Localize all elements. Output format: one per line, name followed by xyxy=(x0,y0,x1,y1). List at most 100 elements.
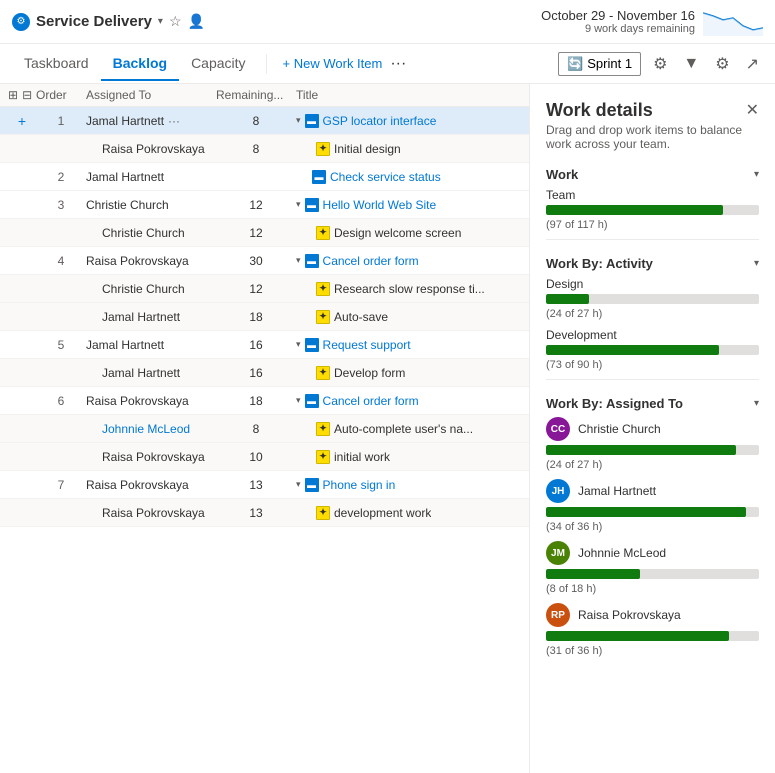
table-row[interactable]: Raisa Pokrovskaya 10 ✦ initial work xyxy=(0,443,529,471)
table-row[interactable]: 6 Raisa Pokrovskaya 18 ▾ ▬ Cancel order … xyxy=(0,387,529,415)
row-assigned: Jamal Hartnett xyxy=(86,338,216,352)
settings-icon[interactable]: ⚙ xyxy=(711,50,733,78)
row-title[interactable]: Hello World Web Site xyxy=(323,198,437,212)
person-row-jm: JM Johnnie McLeod xyxy=(546,541,759,565)
row-title[interactable]: initial work xyxy=(334,450,390,464)
fullscreen-icon[interactable]: ↗ xyxy=(742,50,763,78)
table-row[interactable]: Johnnie McLeod 8 ✦ Auto-complete user's … xyxy=(0,415,529,443)
row-assigned: Jamal Hartnett xyxy=(86,170,216,184)
task-icon: ✦ xyxy=(316,282,330,296)
more-options-icon[interactable]: ··· xyxy=(390,55,406,73)
collapse-icon[interactable]: ▾ xyxy=(296,395,301,406)
row-remaining: 18 xyxy=(216,394,296,408)
close-icon[interactable]: ✕ xyxy=(746,100,759,120)
row-title-cell: ✦ development work xyxy=(296,506,521,520)
collapse-icon[interactable]: ▾ xyxy=(296,199,301,210)
tab-backlog[interactable]: Backlog xyxy=(101,47,179,81)
design-bar-stats: (24 of 27 h) xyxy=(546,308,759,320)
row-title[interactable]: Request support xyxy=(323,338,411,352)
panel-header: Work details Drag and drop work items to… xyxy=(546,100,759,151)
tab-taskboard[interactable]: Taskboard xyxy=(12,47,101,81)
row-order: 2 xyxy=(36,170,86,184)
row-assigned: Raisa Pokrovskaya xyxy=(86,478,216,492)
table-row[interactable]: Christie Church 12 ✦ Design welcome scre… xyxy=(0,219,529,247)
row-title[interactable]: Develop form xyxy=(334,366,405,380)
row-title-cell: ▾ ▬ Phone sign in xyxy=(296,478,521,492)
row-remaining: 8 xyxy=(216,114,296,128)
avatar-cc: CC xyxy=(546,417,570,441)
row-dots[interactable]: ··· xyxy=(168,114,180,128)
nav-right-actions: 🔄 Sprint 1 ⚙ ▼ ⚙ ↗ xyxy=(558,50,763,78)
design-bar-container xyxy=(546,294,759,304)
row-title[interactable]: Auto-complete user's na... xyxy=(334,422,473,436)
collapse-icon[interactable]: ▾ xyxy=(296,479,301,490)
tab-capacity[interactable]: Capacity xyxy=(179,47,257,81)
row-title[interactable]: development work xyxy=(334,506,431,520)
table-row[interactable]: Christie Church 12 ✦ Research slow respo… xyxy=(0,275,529,303)
table-row[interactable]: 3 Christie Church 12 ▾ ▬ Hello World Web… xyxy=(0,191,529,219)
table-row[interactable]: 7 Raisa Pokrovskaya 13 ▾ ▬ Phone sign in xyxy=(0,471,529,499)
star-icon[interactable]: ☆ xyxy=(169,13,182,30)
row-order: 1 xyxy=(36,114,86,128)
row-title[interactable]: GSP locator interface xyxy=(323,114,437,128)
table-row[interactable]: 2 Jamal Hartnett ▬ Check service status xyxy=(0,163,529,191)
person-name-rp: Raisa Pokrovskaya xyxy=(578,608,681,622)
task-icon: ✦ xyxy=(316,310,330,324)
row-title-cell: ✦ Design welcome screen xyxy=(296,226,521,240)
row-remaining: 10 xyxy=(216,450,296,464)
row-title[interactable]: Design welcome screen xyxy=(334,226,461,240)
collapse-icon[interactable]: ▾ xyxy=(296,339,301,350)
work-section-chevron[interactable]: ▾ xyxy=(754,169,759,180)
row-title[interactable]: Phone sign in xyxy=(323,478,396,492)
row-remaining: 18 xyxy=(216,310,296,324)
row-title-cell: ▾ ▬ Cancel order form xyxy=(296,254,521,268)
row-title[interactable]: Check service status xyxy=(330,170,441,184)
new-work-item-button[interactable]: + New Work Item xyxy=(275,52,391,75)
person-row-rp: RP Raisa Pokrovskaya xyxy=(546,603,759,627)
row-title[interactable]: Research slow response ti... xyxy=(334,282,485,296)
collapse-icon[interactable]: ▾ xyxy=(296,255,301,266)
row-title-cell: ✦ Initial design xyxy=(296,142,521,156)
th-assigned: Assigned To xyxy=(86,88,216,102)
story-icon: ▬ xyxy=(305,338,319,352)
person-icon[interactable]: 👤 xyxy=(188,13,205,30)
row-title[interactable]: Cancel order form xyxy=(323,254,419,268)
development-bar-fill xyxy=(546,345,719,355)
jh-bar-stats: (34 of 36 h) xyxy=(546,521,759,533)
row-title[interactable]: Auto-save xyxy=(334,310,388,324)
table-row[interactable]: + 1 Jamal Hartnett ··· 8 ▾ ▬ GSP locator… xyxy=(0,107,529,135)
filter-icon[interactable]: ▼ xyxy=(679,51,703,77)
table-row[interactable]: Jamal Hartnett 16 ✦ Develop form xyxy=(0,359,529,387)
sprint-info: October 29 - November 16 9 work days rem… xyxy=(541,8,763,36)
main-content: ⊞ ⊟ Order Assigned To Remaining... Title… xyxy=(0,84,775,773)
sprint-selector[interactable]: 🔄 Sprint 1 xyxy=(558,52,641,76)
chevron-down-icon[interactable]: ▾ xyxy=(158,16,163,27)
row-assigned[interactable]: Johnnie McLeod xyxy=(86,422,216,436)
row-title[interactable]: Initial design xyxy=(334,142,401,156)
table-row[interactable]: Raisa Pokrovskaya 13 ✦ development work xyxy=(0,499,529,527)
table-row[interactable]: 5 Jamal Hartnett 16 ▾ ▬ Request support xyxy=(0,331,529,359)
th-remaining: Remaining... xyxy=(216,88,296,102)
row-assigned: Jamal Hartnett xyxy=(86,310,216,324)
view-options-icon[interactable]: ⚙ xyxy=(649,50,671,78)
work-by-activity-header: Work By: Activity ▾ xyxy=(546,256,759,271)
table-row[interactable]: Jamal Hartnett 18 ✦ Auto-save xyxy=(0,303,529,331)
work-by-assigned-chevron[interactable]: ▾ xyxy=(754,398,759,409)
row-order: 6 xyxy=(36,394,86,408)
avatar-rp: RP xyxy=(546,603,570,627)
row-assigned: Raisa Pokrovskaya xyxy=(86,450,216,464)
work-details-panel: Work details Drag and drop work items to… xyxy=(530,84,775,773)
expand-all-icon[interactable]: ⊞ xyxy=(8,88,18,102)
table-row[interactable]: 4 Raisa Pokrovskaya 30 ▾ ▬ Cancel order … xyxy=(0,247,529,275)
project-info: ⚙ Service Delivery ▾ ☆ 👤 xyxy=(12,13,205,31)
development-bar-label: Development xyxy=(546,328,759,342)
table-row[interactable]: Raisa Pokrovskaya 8 ✦ Initial design xyxy=(0,135,529,163)
nav-tabs: Taskboard Backlog Capacity + New Work It… xyxy=(12,47,406,80)
row-title[interactable]: Cancel order form xyxy=(323,394,419,408)
collapse-icon[interactable]: ▾ xyxy=(296,115,301,126)
collapse-all-icon[interactable]: ⊟ xyxy=(22,88,32,102)
work-by-activity-chevron[interactable]: ▾ xyxy=(754,258,759,269)
jm-bar-stats: (8 of 18 h) xyxy=(546,583,759,595)
row-add-button[interactable]: + xyxy=(8,113,36,129)
row-remaining: 8 xyxy=(216,142,296,156)
